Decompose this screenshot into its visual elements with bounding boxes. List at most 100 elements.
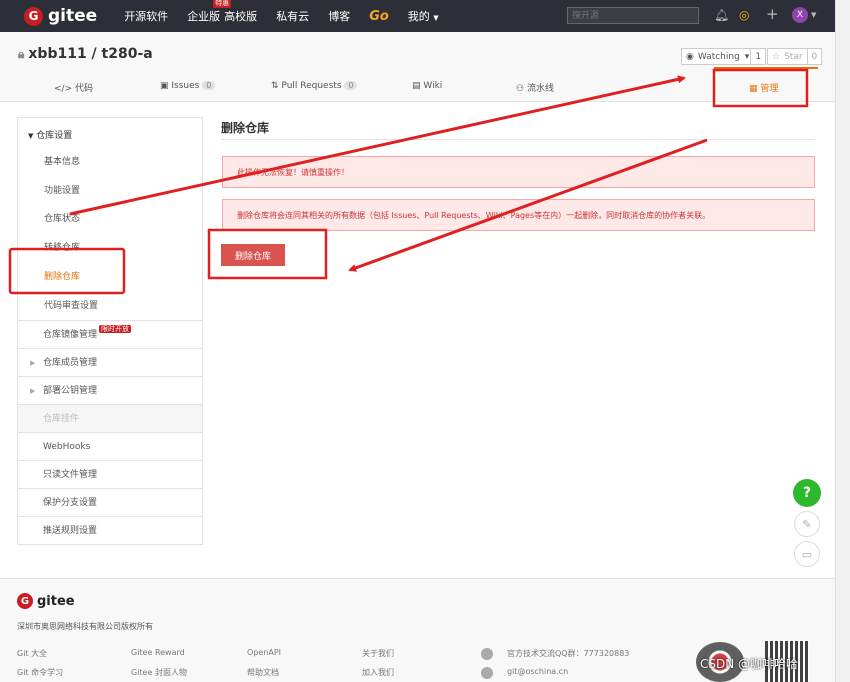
email-icon bbox=[481, 667, 493, 679]
tab-issues-count: 0 bbox=[202, 81, 216, 90]
watching-label: Watching bbox=[697, 51, 740, 62]
sidebar-item-deploy-keys-label: 部署公钥管理 bbox=[43, 386, 98, 396]
footer-logo[interactable]: G gitee bbox=[17, 593, 75, 609]
edit-feedback-icon[interactable]: ✎ bbox=[794, 511, 820, 537]
manage-icon: ▦ bbox=[749, 84, 758, 94]
sidebar-group-title: 仓库设置 bbox=[36, 131, 73, 141]
footer-copyright: 深圳市奥思网络科技有限公司版权所有 bbox=[17, 622, 153, 631]
footer-link-cover-person[interactable]: Gitee 封面人物 bbox=[131, 667, 187, 678]
sidebar-item-push-rules[interactable]: 推送规则设置 bbox=[18, 516, 202, 544]
tab-wiki[interactable]: ▤ Wiki bbox=[412, 81, 442, 91]
sidebar-item-features[interactable]: 功能设置 bbox=[18, 183, 202, 196]
bell-icon[interactable]: 🔔︎ bbox=[714, 8, 729, 22]
repo-title-text: xbb111 / t280-a bbox=[28, 46, 153, 62]
sidebar-item-basic-info[interactable]: 基本信息 bbox=[18, 154, 202, 167]
footer-link-git-learn[interactable]: Git 命令学习 bbox=[17, 667, 63, 678]
caret-down-icon: ▼ bbox=[433, 14, 439, 22]
pipeline-icon: ⚇ bbox=[516, 84, 525, 94]
watching-button[interactable]: ◉ Watching ▾ 1 bbox=[681, 48, 767, 65]
active-tab-indicator bbox=[714, 67, 818, 69]
sidebar-item-members-label: 仓库成员管理 bbox=[43, 358, 98, 368]
warning-alert-irreversible: 此操作无法恢复！请慎重操作！ bbox=[222, 156, 815, 188]
sidebar-group-repo-settings[interactable]: ▼ 仓库设置 bbox=[28, 128, 72, 141]
warning-alert-details: 删除仓库将会连同其相关的所有数据（包括 Issues、Pull Requests… bbox=[222, 199, 815, 231]
sidebar-item-members[interactable]: ▶ 仓库成员管理 bbox=[18, 348, 202, 376]
tab-code[interactable]: </> 代码 bbox=[54, 81, 93, 94]
sidebar-item-repo-status[interactable]: 仓库状态 bbox=[18, 211, 202, 224]
nav-open-source[interactable]: 开源软件 bbox=[124, 8, 168, 24]
tab-pipeline[interactable]: ⚇ 流水线 bbox=[516, 81, 554, 94]
footer-link-openapi[interactable]: OpenAPI bbox=[247, 648, 281, 657]
repo-header: 🔒︎ xbb111 / t280-a ◉ Watching ▾ 1 ☆ Star 0 <… bbox=[0, 32, 835, 102]
top-navbar: G gitee 开源软件 企业版 特惠 高校版 私有云 博客 Go 我的 ▼ 🔔︎… bbox=[0, 0, 850, 32]
nav-mine-label: 我的 bbox=[407, 10, 430, 23]
gitee-logo[interactable]: G gitee bbox=[24, 6, 97, 26]
footer-qq-group: 官方技术交流QQ群：777320883 bbox=[507, 649, 630, 658]
scrollbar[interactable] bbox=[835, 0, 850, 682]
nav-blog[interactable]: 博客 bbox=[328, 8, 350, 24]
nav-enterprise-label: 企业版 bbox=[187, 10, 221, 23]
settings-sidebar: ▼ 仓库设置 基本信息 功能设置 仓库状态 转移仓库 删除仓库 代码审查设置 仓… bbox=[17, 117, 203, 545]
footer-link-help-docs[interactable]: 帮助文档 bbox=[247, 667, 279, 678]
eye-icon: ◉ bbox=[686, 51, 694, 62]
nav-enterprise[interactable]: 企业版 特惠 bbox=[187, 0, 232, 24]
lock-icon: 🔒︎ bbox=[18, 47, 25, 61]
sidebar-item-widgets: 仓库挂件 bbox=[18, 404, 202, 432]
sidebar-item-deploy-keys[interactable]: ▶ 部署公钥管理 bbox=[18, 376, 202, 404]
plus-icon[interactable]: + bbox=[766, 5, 779, 23]
avatar-caret-icon[interactable]: ▼ bbox=[811, 11, 816, 19]
page-title: 删除仓库 bbox=[221, 121, 270, 135]
delete-repo-button[interactable]: 删除仓库 bbox=[221, 244, 285, 266]
sidebar-item-readonly-files[interactable]: 只读文件管理 bbox=[18, 460, 202, 488]
repo-title[interactable]: 🔒︎ xbb111 / t280-a bbox=[18, 46, 153, 62]
search-input[interactable] bbox=[567, 7, 699, 24]
footer: G gitee 深圳市奥思网络科技有限公司版权所有 Git 大全 Gitee R… bbox=[0, 578, 835, 682]
gitee-logo-icon: G bbox=[24, 6, 43, 26]
enterprise-badge: 特惠 bbox=[213, 0, 232, 8]
help-button[interactable]: ? bbox=[793, 479, 821, 507]
star-button[interactable]: ☆ Star 0 bbox=[767, 48, 823, 65]
tab-manage[interactable]: ▦ 管理 bbox=[749, 81, 778, 94]
footer-logo-text: gitee bbox=[37, 593, 75, 609]
sidebar-item-webhooks[interactable]: WebHooks bbox=[18, 432, 202, 460]
tab-manage-label: 管理 bbox=[760, 84, 779, 94]
star-count: 0 bbox=[806, 49, 822, 64]
logo-text: gitee bbox=[48, 6, 98, 26]
footer-link-about[interactable]: 关于我们 bbox=[362, 648, 394, 659]
chat-icon[interactable]: ▭ bbox=[794, 541, 820, 567]
title-divider bbox=[221, 139, 815, 140]
footer-link-reward[interactable]: Gitee Reward bbox=[131, 648, 185, 657]
caret-right-icon: ▶ bbox=[30, 387, 36, 395]
sidebar-item-transfer-repo[interactable]: 转移仓库 bbox=[18, 240, 202, 253]
footer-gitee-logo-icon: G bbox=[17, 593, 33, 609]
tab-pr-count: 0 bbox=[344, 81, 358, 90]
sidebar-item-code-review[interactable]: 代码审查设置 bbox=[18, 298, 202, 311]
lightbulb-icon[interactable]: ◎ bbox=[739, 8, 749, 22]
nav-private-cloud[interactable]: 私有云 bbox=[276, 8, 309, 24]
wiki-icon: ▤ bbox=[412, 81, 421, 91]
tab-pipeline-label: 流水线 bbox=[526, 84, 554, 94]
code-icon: </> bbox=[54, 84, 73, 94]
sidebar-item-protected-branches[interactable]: 保护分支设置 bbox=[18, 488, 202, 516]
tab-pull-requests[interactable]: ⇅ Pull Requests 0 bbox=[271, 81, 358, 91]
avatar[interactable]: X bbox=[792, 7, 808, 23]
nav-go[interactable]: Go bbox=[369, 9, 389, 24]
sidebar-item-mirror[interactable]: 仓库镜像管理限时开放 bbox=[18, 320, 202, 348]
star-label: Star bbox=[784, 51, 803, 62]
tab-code-label: 代码 bbox=[75, 84, 94, 94]
sidebar-item-mirror-label: 仓库镜像管理 bbox=[43, 330, 98, 340]
sidebar-item-delete-repo[interactable]: 删除仓库 bbox=[18, 269, 202, 282]
watermark: CSDN @咖啡哈哈 bbox=[700, 657, 799, 671]
nav-mine[interactable]: 我的 ▼ bbox=[408, 8, 439, 24]
tab-wiki-label: Wiki bbox=[423, 81, 443, 91]
nav-university[interactable]: 高校版 bbox=[224, 8, 257, 24]
footer-link-git-all[interactable]: Git 大全 bbox=[17, 648, 47, 659]
repo-tabs: </> 代码 ▣ Issues 0 ⇅ Pull Requests 0 ▤ Wi… bbox=[0, 77, 835, 102]
footer-email[interactable]: git@oschina.cn bbox=[507, 667, 568, 676]
caret-right-icon: ▶ bbox=[30, 359, 36, 367]
qq-icon bbox=[481, 648, 493, 660]
footer-link-join-us[interactable]: 加入我们 bbox=[362, 667, 394, 678]
issues-icon: ▣ bbox=[160, 81, 169, 91]
tab-issues[interactable]: ▣ Issues 0 bbox=[160, 81, 216, 91]
pull-request-icon: ⇅ bbox=[271, 81, 279, 91]
